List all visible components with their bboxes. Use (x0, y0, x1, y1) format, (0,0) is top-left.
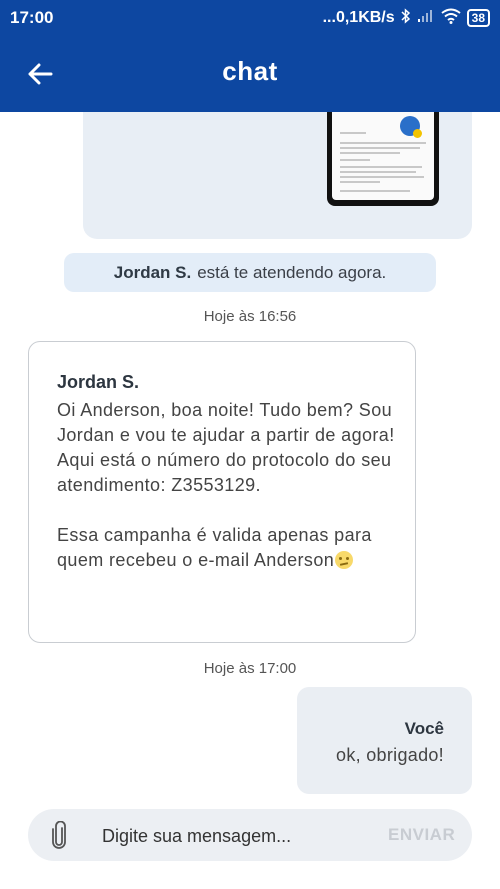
agent-sender-name: Jordan S. (57, 372, 140, 392)
screenshot-line (340, 159, 370, 161)
user-message-bubble: Você ok, obrigado! (297, 687, 472, 794)
page-title: chat (222, 56, 278, 86)
status-bar: 17:00 ...0,1KB/s 38 (0, 0, 500, 36)
wifi-icon (441, 8, 461, 29)
send-button[interactable]: ENVIAR (382, 817, 460, 853)
agent-message-paragraph: Oi Anderson, boa noite! Tudo bem? Sou Jo… (57, 400, 395, 495)
notice-text: está te atendendo agora. (197, 262, 387, 282)
agent-message-bubble: Jordan S. Oi Anderson, boa noite! Tudo b… (28, 341, 416, 643)
user-sender-name: Você (404, 719, 444, 738)
message-composer: ENVIAR (28, 809, 472, 861)
attach-button[interactable] (46, 820, 72, 850)
screenshot-line (340, 181, 380, 183)
message-timestamp: Hoje às 17:00 (203, 660, 297, 677)
bluetooth-icon (401, 7, 411, 29)
screenshot-thumbnail[interactable] (327, 112, 439, 206)
screenshot-line (340, 166, 422, 168)
confused-face-emoji-icon (335, 551, 354, 569)
screenshot-line (340, 132, 366, 134)
status-indicators: ...0,1KB/s 38 (322, 7, 490, 29)
agent-message-text: Oi Anderson, boa noite! Tudo bem? Sou Jo… (57, 398, 397, 573)
screenshot-line (340, 190, 410, 192)
agent-joined-notice: Jordan S. está te atendendo agora. (64, 253, 436, 292)
status-time: 17:00 (10, 8, 54, 27)
message-input[interactable] (100, 817, 374, 855)
screenshot-line (340, 152, 400, 154)
paperclip-icon (52, 821, 66, 849)
screenshot-line (340, 176, 424, 178)
agent-message-paragraph-2: Essa campanha é valida apenas para quem … (57, 523, 397, 573)
chat-area[interactable]: Jordan S. está te atendendo agora. Hoje … (0, 112, 500, 794)
app-bar: chat (0, 36, 500, 112)
notice-agent-name: Jordan S. (113, 262, 192, 282)
signal-icon (417, 9, 435, 28)
screenshot-line (340, 171, 416, 173)
agent-message-paragraph-text: Essa campanha é valida apenas para quem … (57, 525, 372, 570)
screenshot-line (340, 147, 420, 149)
user-message-text: ok, obrigado! (336, 745, 444, 765)
screenshot-line (340, 142, 426, 144)
message-timestamp: Hoje às 16:56 (203, 308, 297, 325)
battery-icon: 38 (466, 9, 490, 27)
screenshot-screen (332, 112, 434, 200)
brand-logo-icon (400, 116, 422, 138)
network-speed: ...0,1KB/s (322, 9, 395, 26)
image-message[interactable] (83, 112, 472, 239)
